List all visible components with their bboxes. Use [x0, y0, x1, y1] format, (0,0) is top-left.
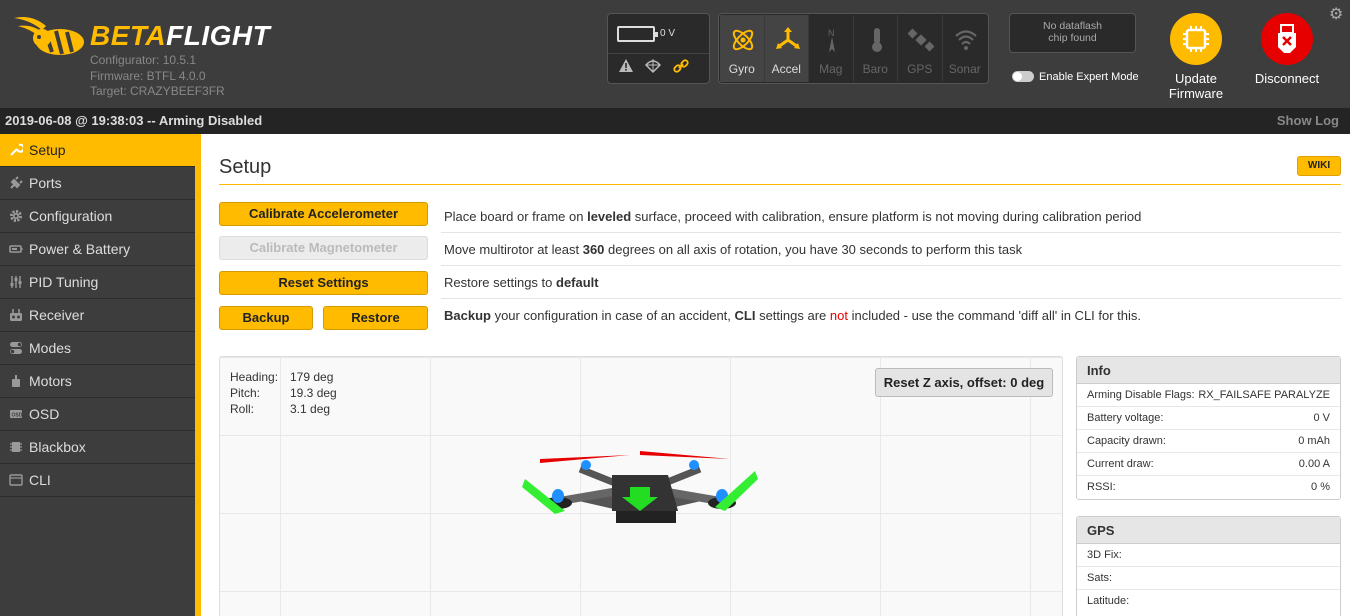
sensor-mag: N Mag: [809, 15, 854, 82]
expert-mode-label: Enable Expert Mode: [1039, 71, 1139, 83]
app-logo-text: BETAFLIGHT: [90, 20, 271, 51]
bee-logo-icon: [14, 17, 84, 55]
blackbox-icon: [10, 442, 22, 452]
sensor-gyro: Gyro: [720, 15, 765, 82]
reset-settings-button[interactable]: Reset Settings: [219, 271, 428, 295]
info-row: RSSI: 0 %: [1087, 481, 1330, 493]
calibrate-mag-description: Move multirotor at least 360 degrees on …: [444, 242, 1023, 257]
page-title: Setup: [219, 156, 272, 178]
show-log-link[interactable]: Show Log: [1277, 113, 1339, 128]
wiki-button[interactable]: WIKI: [1297, 156, 1341, 176]
battery-icon: [617, 26, 658, 42]
sensor-sonar: Sonar: [943, 15, 987, 82]
roll-value: 3.1 deg: [290, 402, 331, 416]
calibrate-magnetometer-button[interactable]: Calibrate Magnetometer: [219, 236, 428, 260]
info-row: Battery voltage: 0 V: [1077, 407, 1340, 430]
info-row: Current draw: 0.00 A: [1077, 453, 1340, 476]
main-content: Setup WIKI Calibrate Accelerometer Place…: [201, 134, 1350, 616]
sidebar-item-receiver[interactable]: Receiver: [0, 299, 195, 332]
toggle-icon: [10, 342, 22, 354]
chip-icon: [1170, 13, 1222, 65]
gps-panel-title: GPS: [1077, 517, 1340, 544]
top-header: BETAFLIGHT Configurator: 10.5.1 Firmware…: [0, 0, 1350, 108]
failsafe-icon: [645, 59, 661, 74]
sensor-baro: Baro: [854, 15, 898, 82]
status-log-bar: 2019-06-08 @ 19:38:03 -- Arming Disabled…: [0, 108, 1350, 134]
update-firmware-button[interactable]: Update Firmware: [1151, 13, 1241, 101]
dataflash-status: No dataflash chip found: [1009, 13, 1136, 53]
gyro-icon: [732, 29, 754, 51]
sidebar-item-power-battery[interactable]: Power & Battery: [0, 233, 195, 266]
svg-text:N: N: [828, 28, 835, 38]
compass-icon: N: [828, 28, 835, 52]
reset-z-axis-button[interactable]: Reset Z axis, offset: 0 deg: [875, 368, 1053, 397]
motor-icon: [12, 375, 20, 387]
info-row: Arming Disable Flags: RX_FAILSAFE PARALYZ…: [1077, 384, 1340, 407]
info-row: Capacity drawn: 0 mAh: [1077, 430, 1340, 453]
sidebar-item-osd[interactable]: OSD OSD: [0, 398, 195, 431]
receiver-icon: [10, 309, 22, 321]
battery-icon: [9, 245, 23, 253]
model-view-panel: Heading: 179 deg Pitch: 19.3 deg Roll: 3.1 …: [219, 356, 1063, 616]
gps-panel: GPS 3D Fix: Sats: Latitude:: [1076, 516, 1341, 616]
gps-row: Latitude:: [1087, 595, 1130, 607]
heading-value: 179 deg: [290, 370, 334, 384]
warning-icon: [619, 59, 633, 72]
quadcopter-model: [522, 451, 758, 523]
svg-text:OSD: OSD: [12, 413, 23, 419]
sensor-accel: Accel: [764, 15, 809, 82]
sidebar-item-blackbox[interactable]: Blackbox: [0, 431, 195, 464]
info-panel-title: Info: [1077, 357, 1340, 384]
log-status-text: 2019-06-08 @ 19:38:03 -- Arming Disabled: [5, 113, 263, 128]
link-icon: [673, 59, 689, 73]
sonar-icon: [954, 30, 977, 50]
sidebar-nav: Setup Ports Configuration Power & Batter…: [0, 134, 195, 616]
calibrate-accelerometer-button[interactable]: Calibrate Accelerometer: [219, 202, 428, 226]
sensor-status-box: Gyro Accel N Mag Baro GPS Sonar: [718, 13, 989, 84]
battery-voltage: 0 V: [660, 28, 676, 39]
sidebar-item-configuration[interactable]: Configuration: [0, 200, 195, 233]
gps-row: 3D Fix:: [1077, 544, 1340, 567]
sidebar-item-motors[interactable]: Motors: [0, 365, 195, 398]
plug-icon: [10, 176, 23, 189]
attitude-readout: Heading: 179 deg Pitch: 19.3 deg Roll: 3.1 …: [230, 370, 337, 416]
calibrate-acc-description: Place board or frame on leveled surface,…: [444, 209, 1142, 224]
sliders-icon: [10, 276, 22, 288]
configurator-version: Configurator: 10.5.1: [90, 53, 197, 67]
target-name: Target: CRAZYBEEF3FR: [90, 84, 225, 98]
sidebar-item-cli[interactable]: CLI: [0, 464, 195, 497]
sensor-gps: GPS: [898, 15, 943, 82]
backup-description: Backup your configuration in case of an …: [444, 308, 1142, 323]
reset-settings-description: Restore settings to default: [444, 275, 599, 290]
expert-mode-toggle[interactable]: [1012, 71, 1034, 82]
restore-button[interactable]: Restore: [323, 306, 428, 330]
osd-icon: OSD: [10, 410, 23, 419]
sidebar-item-modes[interactable]: Modes: [0, 332, 195, 365]
thermometer-icon: [871, 28, 882, 52]
settings-gear-icon[interactable]: ⚙: [1329, 4, 1343, 24]
version-info: Configurator: 10.5.1 Firmware: BTFL 4.0.…: [90, 53, 225, 100]
terminal-icon: [9, 474, 23, 486]
usb-disconnect-icon: [1261, 13, 1313, 65]
satellite-icon: [908, 28, 934, 52]
disconnect-button[interactable]: Disconnect: [1242, 13, 1332, 86]
battery-status-box: 0 V: [607, 13, 710, 84]
pitch-value: 19.3 deg: [290, 386, 337, 400]
gear-icon: [10, 210, 22, 222]
info-panel: Info Arming Disable Flags: RX_FAILSAFE PA…: [1076, 356, 1341, 500]
wrench-icon: [10, 143, 23, 156]
sidebar-item-setup[interactable]: Setup: [0, 134, 195, 167]
accel-icon: [775, 27, 800, 49]
sidebar-item-pid-tuning[interactable]: PID Tuning: [0, 266, 195, 299]
sidebar-item-ports[interactable]: Ports: [0, 167, 195, 200]
gps-row: Sats:: [1077, 567, 1340, 590]
firmware-version: Firmware: BTFL 4.0.0: [90, 68, 206, 83]
backup-button[interactable]: Backup: [219, 306, 313, 330]
